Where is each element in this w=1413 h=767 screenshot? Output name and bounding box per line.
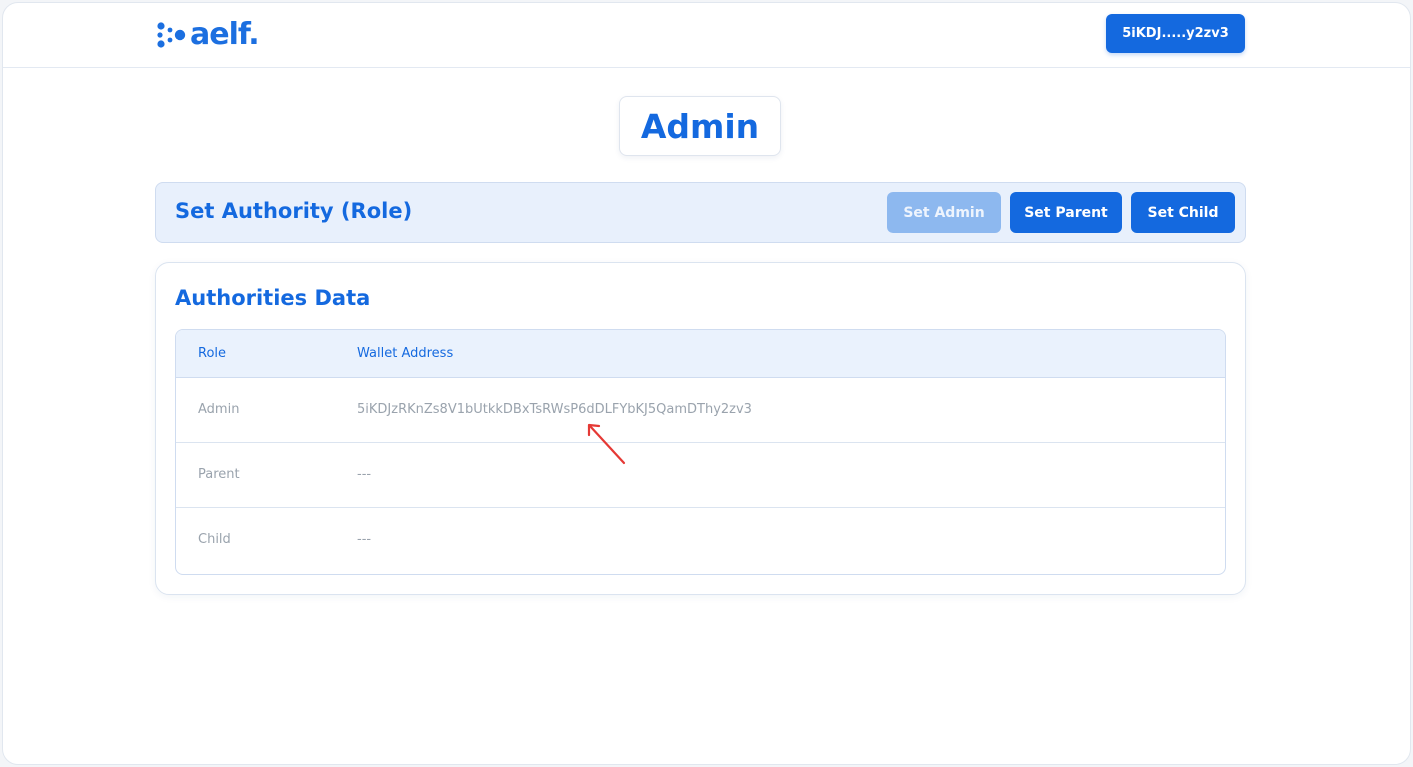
wallet-address-cell: ---	[357, 467, 372, 482]
logo-text: aelf.	[190, 17, 260, 52]
wallet-address-button[interactable]: 5iKDJ.....y2zv3	[1106, 14, 1245, 53]
top-navbar: aelf. 5iKDJ.....y2zv3	[3, 3, 1410, 68]
wallet-address-cell: 5iKDJzRKnZs8V1bUtkkDBxTsRWsP6dDLFYbKJ5Qa…	[357, 402, 752, 417]
aelf-logo[interactable]: aelf.	[155, 17, 260, 53]
table-row-child: Child ---	[176, 508, 1225, 572]
set-authority-title: Set Authority (Role)	[175, 199, 413, 223]
authorities-data-card: Authorities Data Role Wallet Address Adm…	[155, 262, 1246, 595]
role-cell: Parent	[198, 467, 240, 482]
aelf-logo-icon	[157, 22, 186, 48]
page-title-box: Admin	[619, 96, 781, 156]
authorities-table: Role Wallet Address Admin 5iKDJzRKnZs8V1…	[175, 329, 1226, 575]
wallet-address-cell: ---	[357, 532, 372, 547]
page-title: Admin	[640, 106, 760, 146]
column-header-role: Role	[198, 346, 227, 361]
set-child-button[interactable]: Set Child	[1131, 192, 1235, 233]
set-admin-button[interactable]: Set Admin	[887, 192, 1001, 233]
column-header-wallet-address: Wallet Address	[357, 346, 454, 361]
role-cell: Child	[198, 532, 231, 547]
table-row-parent: Parent ---	[176, 443, 1225, 508]
table-row-admin: Admin 5iKDJzRKnZs8V1bUtkkDBxTsRWsP6dDLFY…	[176, 378, 1225, 443]
authorities-data-title: Authorities Data	[175, 286, 371, 310]
annotation-arrow-icon	[587, 423, 626, 465]
set-parent-button[interactable]: Set Parent	[1010, 192, 1122, 233]
role-cell: Admin	[198, 402, 240, 417]
set-authority-panel: Set Authority (Role) Set Admin Set Paren…	[155, 182, 1246, 243]
table-header: Role Wallet Address	[176, 330, 1225, 378]
app-window: aelf. 5iKDJ.....y2zv3 Admin Set Authorit…	[2, 2, 1411, 765]
